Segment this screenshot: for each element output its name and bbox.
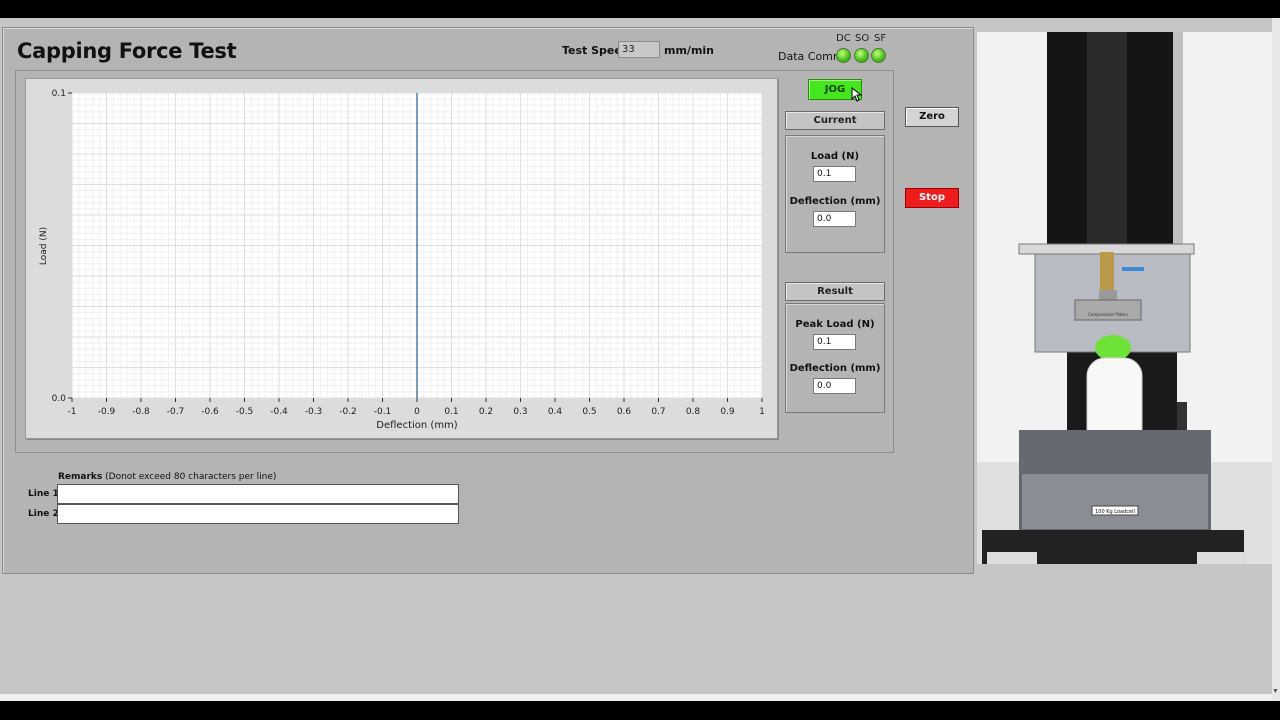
mouse-cursor-icon: [851, 87, 863, 102]
stop-button[interactable]: Stop: [905, 188, 959, 208]
x-tick-label: -1: [68, 407, 77, 417]
y-tick-label: 0.1: [52, 89, 66, 99]
zero-button[interactable]: Zero: [905, 107, 959, 127]
scroll-down-icon[interactable]: ▼: [1272, 688, 1279, 695]
x-tick-label: 0.4: [548, 407, 563, 417]
test-speed-input[interactable]: 33: [618, 41, 660, 58]
x-tick-label: 0.1: [444, 407, 458, 417]
loadcell-label: 100 Kg Loadcell: [1095, 509, 1135, 515]
page-title: Capping Force Test: [17, 39, 237, 63]
x-tick-label: 1: [759, 407, 765, 417]
current-load-field: 0.1: [813, 166, 856, 182]
line2-input[interactable]: [57, 504, 459, 524]
line2-label: Line 2: [28, 509, 59, 519]
x-tick-label: 0.5: [582, 407, 596, 417]
result-deflection-label: Deflection (mm): [789, 363, 881, 374]
result-peak-load-field: 0.1: [813, 334, 856, 350]
x-tick-label: 0.3: [513, 407, 527, 417]
y-tick-label: 0.0: [52, 394, 67, 404]
current-load-label: Load (N): [810, 151, 860, 162]
x-axis-label: Deflection (mm): [376, 420, 458, 431]
load-deflection-chart[interactable]: -1 -0.9 -0.8 -0.7 -0.6 -0.5 -0.4 -0.3 -0.2 -0.1 0 0…: [25, 78, 778, 439]
remarks-title: Remarks: [58, 472, 103, 482]
line1-label: Line 1: [28, 489, 59, 499]
x-tick-label: 0.9: [720, 407, 735, 417]
top-bar: [0, 0, 1280, 18]
sf-led-indicator: [871, 48, 886, 63]
remarks-label: Remarks (Donot exceed 80 characters per …: [58, 472, 276, 482]
result-header: Result: [785, 282, 885, 301]
x-tick-label: -0.1: [374, 407, 392, 417]
bottom-bar: [0, 701, 1280, 720]
x-tick-label: 0.7: [651, 407, 665, 417]
x-tick-label: -0.9: [98, 407, 116, 417]
x-axis-ticks: -1 -0.9 -0.8 -0.7 -0.6 -0.5 -0.4 -0.3 -0.2 -0.1 0 0…: [68, 398, 765, 417]
x-tick-label: -0.6: [201, 407, 219, 417]
bottom-scrollbar[interactable]: [0, 694, 1272, 701]
remarks-note: (Donot exceed 80 characters per line): [105, 472, 277, 482]
data-comm-label: Data Comm: [778, 50, 844, 63]
result-deflection-field: 0.0: [813, 378, 856, 394]
x-tick-label: -0.4: [270, 407, 288, 417]
led-label-sf: SF: [874, 33, 887, 44]
current-header: Current: [785, 111, 885, 130]
x-tick-label: 0: [414, 407, 420, 417]
current-deflection-field: 0.0: [813, 211, 856, 227]
vertical-scrollbar[interactable]: ▼: [1272, 18, 1280, 701]
x-tick-label: -0.8: [132, 407, 150, 417]
x-tick-label: -0.3: [305, 407, 323, 417]
x-tick-label: -0.5: [236, 407, 254, 417]
y-axis-ticks: 0.0 0.1: [52, 89, 72, 404]
current-deflection-label: Deflection (mm): [789, 196, 881, 207]
x-tick-label: 0.8: [686, 407, 701, 417]
test-machine-camera-view: Compression Platen 100 Kg Loadcell: [977, 32, 1273, 564]
line1-input[interactable]: [57, 484, 459, 504]
y-axis-label: Load (N): [39, 227, 49, 265]
platen-label: Compression Platen: [1088, 312, 1128, 317]
x-tick-label: -0.7: [167, 407, 185, 417]
test-speed-unit: mm/min: [664, 44, 715, 57]
so-led-indicator: [854, 48, 869, 63]
led-label-dc: DC: [836, 33, 851, 44]
x-tick-label: 0.6: [617, 407, 632, 417]
x-tick-label: -0.2: [339, 407, 357, 417]
dc-led-indicator: [836, 48, 851, 63]
x-tick-label: 0.2: [479, 407, 493, 417]
led-label-so: SO: [855, 33, 870, 44]
result-peak-load-label: Peak Load (N): [795, 319, 875, 330]
